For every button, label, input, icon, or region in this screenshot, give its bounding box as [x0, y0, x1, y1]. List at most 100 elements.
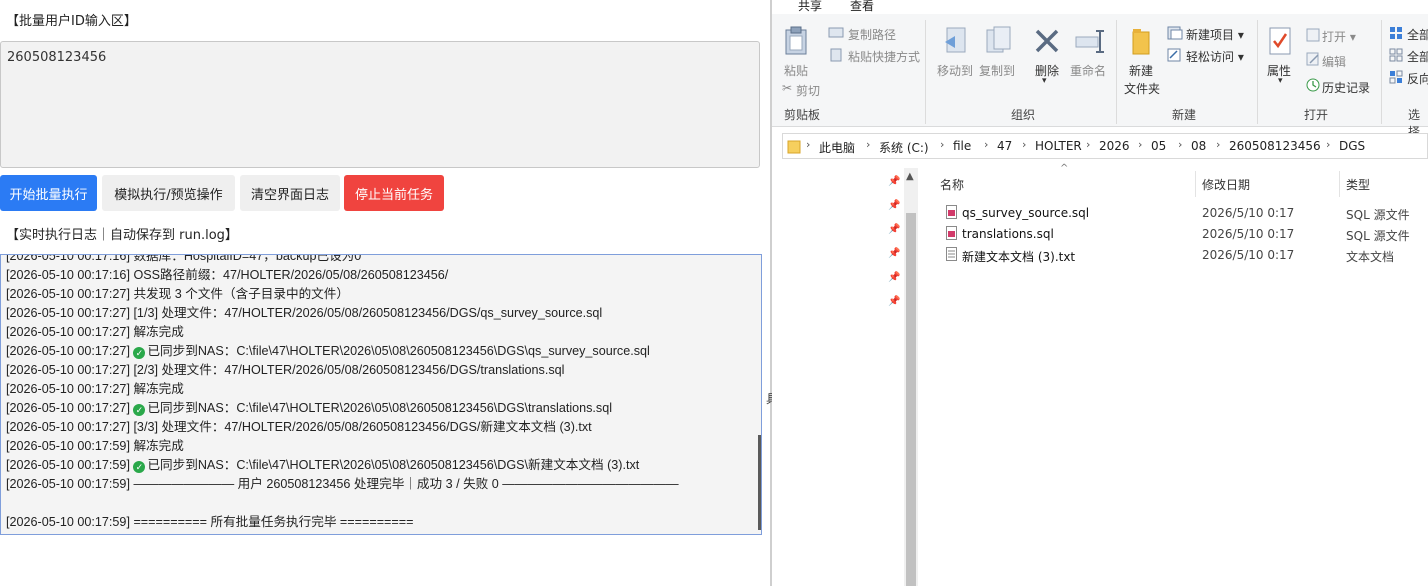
paste-shortcut-button[interactable]: 粘贴快捷方式 [848, 48, 920, 65]
ribbon: 粘贴 复制路径 粘贴快捷方式 ✂ 剪切 剪贴板 移动到 复制到 删除 ▾ 重命名… [772, 14, 1428, 139]
file-name[interactable]: 新建文本文档 (3).txt [962, 248, 1075, 265]
sort-ascending-icon: ^ [1060, 163, 1069, 174]
breadcrumb-item[interactable]: HOLTER [1035, 139, 1082, 153]
breadcrumb-item[interactable]: 05 [1151, 139, 1166, 153]
group-label-organize: 组织 [1011, 108, 1036, 122]
nav-scrollbar-thumb[interactable] [906, 213, 916, 586]
breadcrumb-separator-icon[interactable]: › [984, 138, 988, 151]
log-message: 已同步到NAS：C:\file\47\HOLTER\2026\05\08\260… [147, 344, 650, 358]
column-separator[interactable] [1195, 171, 1196, 197]
rename-button[interactable]: 重命名 [1070, 62, 1106, 79]
breadcrumb-separator-icon[interactable]: › [1216, 138, 1220, 151]
column-separator[interactable] [1339, 171, 1340, 197]
open-button[interactable]: 打开 ▾ [1322, 28, 1356, 45]
check-circle-icon: ✓ [133, 461, 146, 473]
stop-task-button[interactable]: 停止当前任务 [344, 175, 444, 211]
new-item-icon [1167, 26, 1183, 40]
file-name[interactable]: qs_survey_source.sql [962, 206, 1089, 220]
simulate-preview-button[interactable]: 模拟执行/预览操作 [102, 175, 235, 211]
rename-icon [1075, 30, 1104, 53]
file-name[interactable]: translations.sql [962, 227, 1054, 241]
copy-to-icon [986, 26, 1011, 53]
new-folder-line2[interactable]: 文件夹 [1124, 80, 1160, 97]
history-button[interactable]: 历史记录 [1322, 79, 1370, 96]
log-scrollbar[interactable] [758, 435, 761, 530]
input-section-title: 【批量用户ID输入区】 [6, 14, 137, 29]
cut-button[interactable]: 剪切 [796, 82, 820, 99]
breadcrumb-separator-icon[interactable]: › [1178, 138, 1182, 151]
folder-icon [787, 140, 801, 154]
log-section-title: 【实时执行日志｜自动保存到 run.log】 [6, 228, 238, 243]
log-textarea[interactable]: [2026-05-10 00:17:16] 数据库：HospitalID=47，… [0, 254, 762, 535]
breadcrumb-separator-icon[interactable]: › [940, 138, 944, 151]
file-row[interactable]: qs_survey_source.sql 2026/5/10 0:17 SQL 源文… [918, 203, 1428, 224]
navigation-pane: 📌 📌 📌 📌 📌 📌 [772, 165, 904, 586]
breadcrumb-separator-icon[interactable]: › [1326, 138, 1330, 151]
open-icon [1306, 28, 1320, 42]
pin-icon[interactable]: 📌 [888, 200, 900, 211]
log-message: 已同步到NAS：C:\file\47\HOLTER\2026\05\08\260… [147, 401, 613, 415]
batch-tool-window: 【批量用户ID输入区】 260508123456 开始批量执行 模拟执行/预览操… [0, 0, 770, 586]
pin-icon[interactable]: 📌 [888, 272, 900, 283]
properties-dropdown-icon[interactable]: ▾ [1278, 76, 1283, 86]
group-separator [1381, 20, 1382, 124]
move-to-button[interactable]: 移动到 [937, 62, 973, 79]
log-line: [2026-05-10 00:17:27] ✓ 已同步到NAS：C:\file\4… [6, 399, 755, 418]
copy-path-button[interactable]: 复制路径 [848, 26, 896, 43]
ribbon-tabs: 共享 查看 [772, 0, 1428, 14]
file-row[interactable]: translations.sql 2026/5/10 0:17 SQL 源文件 [918, 224, 1428, 245]
breadcrumb-separator-icon[interactable]: › [866, 138, 870, 151]
address-bar[interactable]: › 此电脑 › 系统 (C:) › file › 47 › HOLTER › 2026 › 05 › 08 › 2… [782, 133, 1428, 159]
delete-button[interactable]: 删除 [1035, 62, 1059, 79]
pin-icon[interactable]: 📌 [888, 176, 900, 187]
log-line: [2026-05-10 00:17:27] [2/3] 处理文件：47/HOLT… [6, 363, 565, 377]
easy-access-button[interactable]: 轻松访问 ▾ [1186, 48, 1244, 65]
pin-icon[interactable]: 📌 [888, 248, 900, 259]
breadcrumb-item[interactable]: file [953, 139, 971, 153]
new-item-button[interactable]: 新建项目 ▾ [1186, 26, 1244, 43]
breadcrumb-separator-icon[interactable]: › [1086, 138, 1090, 151]
sql-file-icon [946, 205, 957, 219]
breadcrumb-item[interactable]: 2026 [1099, 139, 1130, 153]
scroll-up-icon[interactable]: ▲ [906, 171, 914, 182]
breadcrumb-item[interactable]: DGS [1339, 139, 1365, 153]
start-batch-button[interactable]: 开始批量执行 [0, 175, 97, 211]
invert-selection-button[interactable]: 反向 [1407, 70, 1428, 87]
sql-file-icon [946, 226, 957, 240]
file-type: 文本文档 [1346, 250, 1395, 264]
select-all-button[interactable]: 全部 [1407, 26, 1428, 43]
copy-to-button[interactable]: 复制到 [979, 62, 1015, 79]
tab-view[interactable]: 查看 [850, 0, 874, 14]
file-row[interactable]: 新建文本文档 (3).txt 2026/5/10 0:17 文本文档 [918, 245, 1428, 266]
log-line: [2026-05-10 00:17:27] 解冻完成 [6, 325, 184, 339]
log-lines: [2026-05-10 00:17:16] 数据库：HospitalID=47，… [6, 255, 755, 532]
paste-label[interactable]: 粘贴 [784, 62, 808, 79]
user-id-input[interactable]: 260508123456 [0, 41, 760, 168]
breadcrumb-item[interactable]: 08 [1191, 139, 1206, 153]
file-date: 2026/5/10 0:17 [1202, 248, 1295, 262]
select-none-button[interactable]: 全部 [1407, 48, 1428, 65]
breadcrumb-separator-icon[interactable]: › [1138, 138, 1142, 151]
paste-icon[interactable] [784, 26, 810, 56]
breadcrumb-item[interactable]: 260508123456 [1229, 139, 1321, 153]
breadcrumb-separator-icon[interactable]: › [806, 138, 810, 151]
edit-button[interactable]: 编辑 [1322, 53, 1346, 70]
paste-shortcut-icon [830, 48, 842, 62]
pin-icon[interactable]: 📌 [888, 224, 900, 235]
pin-icon[interactable]: 📌 [888, 296, 900, 307]
tab-share[interactable]: 共享 [798, 0, 822, 14]
log-line: [2026-05-10 00:17:27] 共发现 3 个文件（含子目录中的文件… [6, 287, 349, 301]
column-header-type[interactable]: 类型 [1346, 176, 1370, 193]
new-folder-line1[interactable]: 新建 [1129, 62, 1153, 79]
file-type: SQL 源文件 [1346, 208, 1410, 222]
breadcrumb-item[interactable]: 系统 (C:) [879, 139, 929, 156]
invert-selection-icon [1389, 70, 1403, 84]
delete-dropdown-icon[interactable]: ▾ [1042, 76, 1047, 86]
breadcrumb-separator-icon[interactable]: › [1022, 138, 1026, 151]
breadcrumb-item[interactable]: 此电脑 [819, 139, 855, 156]
column-header-date[interactable]: 修改日期 [1202, 176, 1250, 193]
column-header-name[interactable]: 名称 [940, 176, 964, 193]
clear-log-button[interactable]: 清空界面日志 [240, 175, 340, 211]
breadcrumb-item[interactable]: 47 [997, 139, 1012, 153]
log-line: [2026-05-10 00:17:27] ✓ 已同步到NAS：C:\file\4… [6, 342, 755, 361]
